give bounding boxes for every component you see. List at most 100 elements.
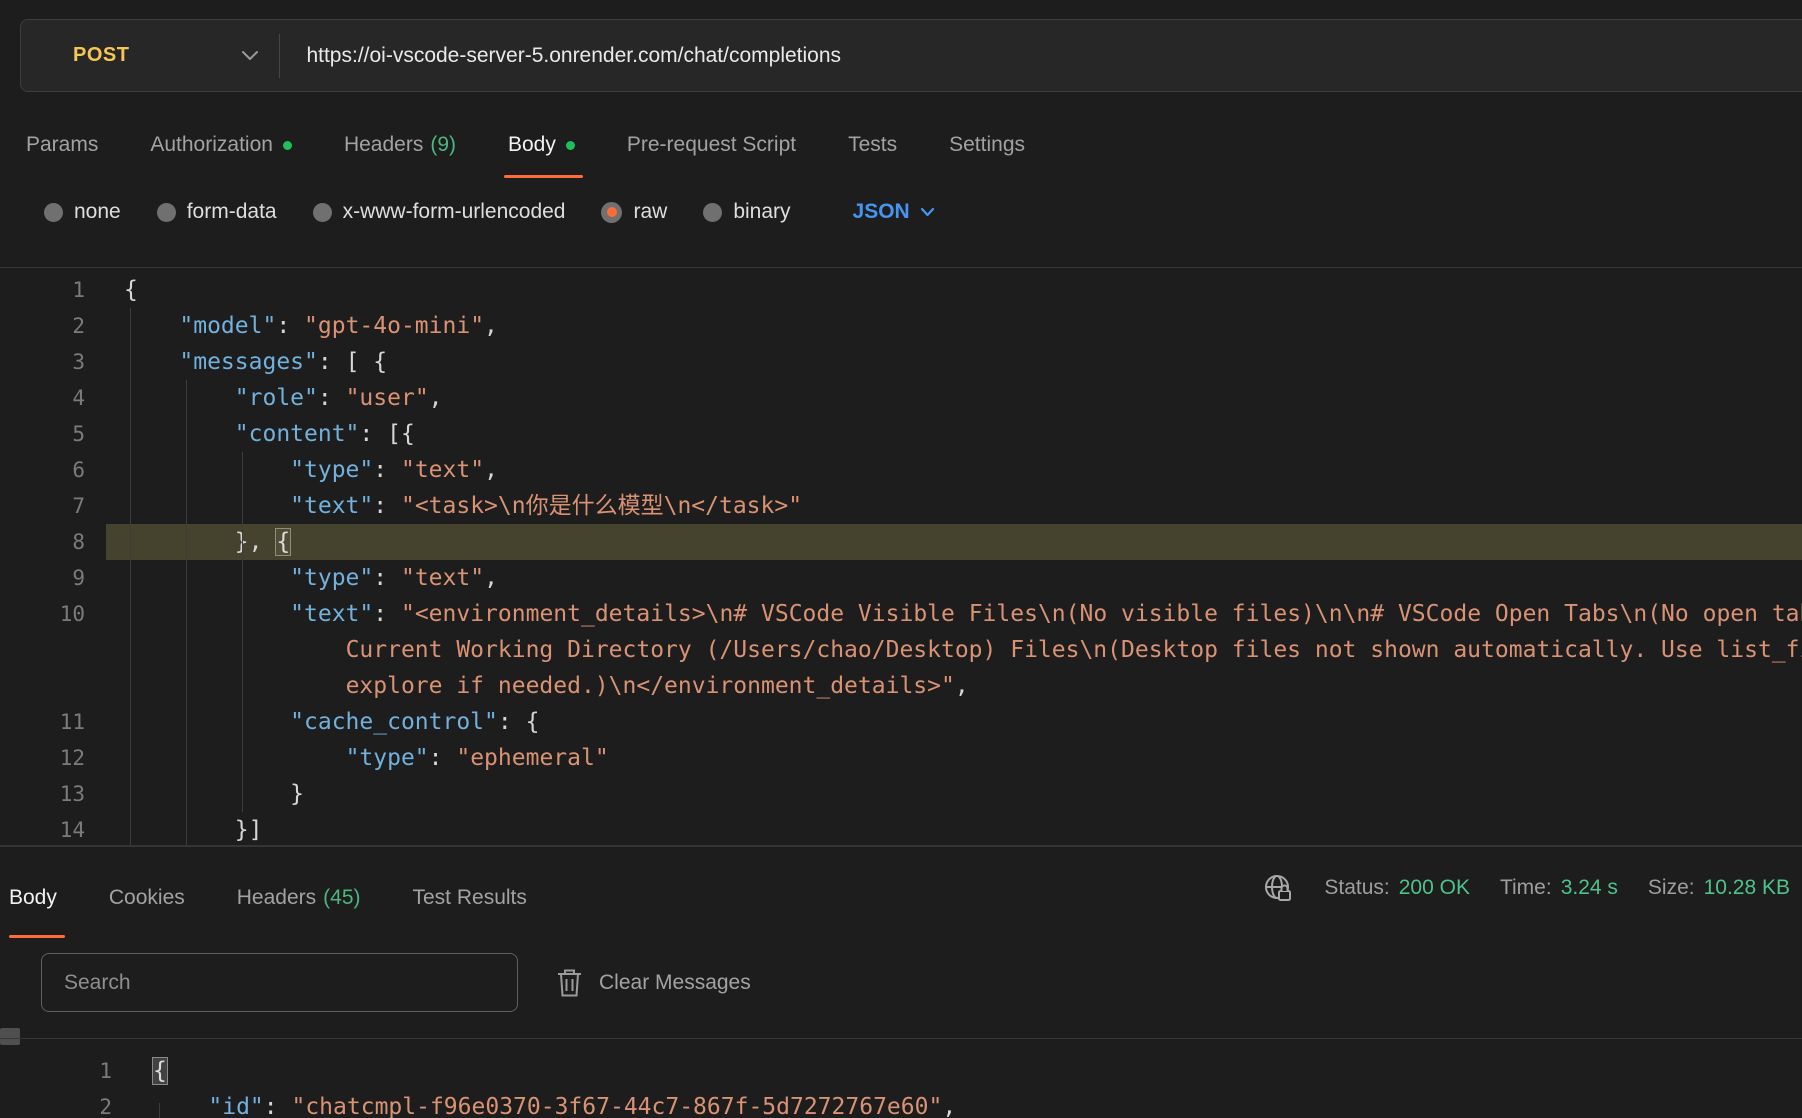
body-mode-form-data[interactable]: form-data (157, 200, 277, 224)
clear-messages-button[interactable]: Clear Messages (557, 953, 751, 1012)
code-line: 12 "type": "ephemeral" (0, 740, 1802, 776)
body-mode-raw[interactable]: raw (601, 200, 667, 224)
code-token: "type" (290, 457, 373, 483)
code-token: "content" (235, 421, 360, 447)
code-token: "type" (346, 745, 429, 771)
code-token: : (318, 385, 346, 411)
code-token: "ephemeral" (456, 745, 608, 771)
code-token (124, 673, 346, 699)
response-tab-cookies[interactable]: Cookies (83, 858, 211, 938)
response-tab-test-results[interactable]: Test Results (387, 858, 553, 938)
code-token: { (276, 529, 290, 555)
code-token (124, 565, 290, 591)
indent-guide (186, 380, 187, 845)
body-mode-x-www-form-urlencoded[interactable]: x-www-form-urlencoded (313, 200, 566, 224)
code-token: "chatcmpl-f96e0370-3f67-44c7-867f-5d7272… (291, 1094, 942, 1118)
code-token: "messages" (179, 349, 317, 375)
clear-messages-label: Clear Messages (599, 971, 751, 995)
code-text: "role": "user", (124, 385, 443, 411)
code-token: "role" (235, 385, 318, 411)
code-token: { (124, 277, 138, 303)
response-tab-headers[interactable]: Headers(45) (211, 858, 387, 938)
indent-guide (130, 308, 131, 845)
code-line: 5 "content": [{ (0, 416, 1802, 452)
code-text: "text": "<environment_details>\n# VSCode… (124, 601, 1802, 627)
response-tabs: BodyCookiesHeaders(45)Test Results (9, 858, 553, 938)
code-token: "id" (208, 1094, 263, 1118)
code-token: , (484, 313, 498, 339)
size-label: Size: (1648, 876, 1695, 900)
code-token: explore if needed.)\n</environment_detai… (346, 673, 955, 699)
tab-tests[interactable]: Tests (822, 112, 923, 178)
code-token (124, 709, 290, 735)
code-token: : (373, 565, 401, 591)
code-text: explore if needed.)\n</environment_detai… (124, 673, 969, 699)
language-chevron-down-icon (920, 207, 935, 217)
code-token: , (429, 385, 443, 411)
code-text: } (124, 781, 304, 807)
radio-icon (44, 203, 63, 222)
request-url-bar: POST https://oi-vscode-server-5.onrender… (20, 19, 1802, 92)
status-badge[interactable]: 200 OK (1399, 876, 1470, 900)
code-text: "messages": [ { (124, 349, 387, 375)
search-box (41, 953, 518, 1012)
code-token: "gpt-4o-mini" (304, 313, 484, 339)
tab-headers[interactable]: Headers(9) (318, 112, 482, 178)
code-token: }, (235, 529, 277, 555)
code-line: Current Working Directory (/Users/chao/D… (0, 632, 1802, 668)
code-token: , (955, 673, 969, 699)
body-mode-none[interactable]: none (44, 200, 121, 224)
size-value[interactable]: 10.28 KB (1704, 876, 1790, 900)
method-chevron-down-icon[interactable] (241, 50, 259, 61)
code-line: 6 "type": "text", (0, 452, 1802, 488)
code-token: : [{ (359, 421, 414, 447)
tab-label: Tests (848, 133, 897, 157)
radio-pip (161, 207, 171, 217)
line-number: 9 (0, 560, 85, 596)
tab-label: Headers (344, 133, 423, 157)
tab-authorization[interactable]: Authorization (124, 112, 318, 178)
code-token: Current Working Directory (/Users/chao/D… (346, 637, 1802, 663)
code-token: : (429, 745, 457, 771)
line-number: 3 (0, 344, 85, 380)
code-token (124, 421, 235, 447)
code-token: "text" (290, 601, 373, 627)
radio-icon (313, 203, 332, 222)
code-token: "text" (290, 493, 373, 519)
request-tabs: ParamsAuthorizationHeaders(9) Body Pre-req… (26, 112, 1051, 178)
code-token: : (373, 493, 401, 519)
time-value[interactable]: 3.24 s (1561, 876, 1618, 900)
code-token: , (942, 1094, 956, 1118)
globe-lock-icon (1262, 872, 1294, 904)
response-tab-body[interactable]: Body (9, 858, 83, 938)
code-token: "text" (401, 565, 484, 591)
code-line: 2 "id": "chatcmpl-f96e0370-3f67-44c7-867… (0, 1089, 1802, 1118)
code-line: 9 "type": "text", (0, 560, 1802, 596)
code-token (124, 457, 290, 483)
response-body-editor[interactable]: 1{2 "id": "chatcmpl-f96e0370-3f67-44c7-8… (0, 1038, 1802, 1118)
url-input[interactable]: https://oi-vscode-server-5.onrender.com/… (306, 44, 841, 68)
line-number: 8 (0, 524, 85, 560)
radio-pip (708, 207, 718, 217)
line-number: 10 (0, 596, 85, 632)
code-token: , (484, 457, 498, 483)
code-line: 14 }] (0, 812, 1802, 845)
trash-icon (557, 968, 582, 998)
tab-label: Body (508, 133, 556, 157)
code-text: "text": "<task>\n你是什么模型\n</task>" (124, 493, 802, 519)
indent-guide (159, 1103, 160, 1118)
radio-icon (157, 203, 176, 222)
tab-pre-request-script[interactable]: Pre-request Script (601, 112, 822, 178)
tab-body[interactable]: Body (482, 112, 601, 178)
method-label[interactable]: POST (73, 44, 129, 67)
tab-params[interactable]: Params (26, 112, 124, 178)
code-text: "type": "text", (124, 565, 498, 591)
search-input[interactable] (42, 954, 517, 1011)
radio-pip (607, 207, 617, 217)
code-line: explore if needed.)\n</environment_detai… (0, 668, 1802, 704)
code-text: { (124, 277, 138, 303)
tab-settings[interactable]: Settings (923, 112, 1051, 178)
language-selector[interactable]: JSON (853, 200, 935, 224)
body-mode-binary[interactable]: binary (703, 200, 790, 224)
request-body-editor[interactable]: 1{2 "model": "gpt-4o-mini",3 "messages":… (0, 267, 1802, 845)
